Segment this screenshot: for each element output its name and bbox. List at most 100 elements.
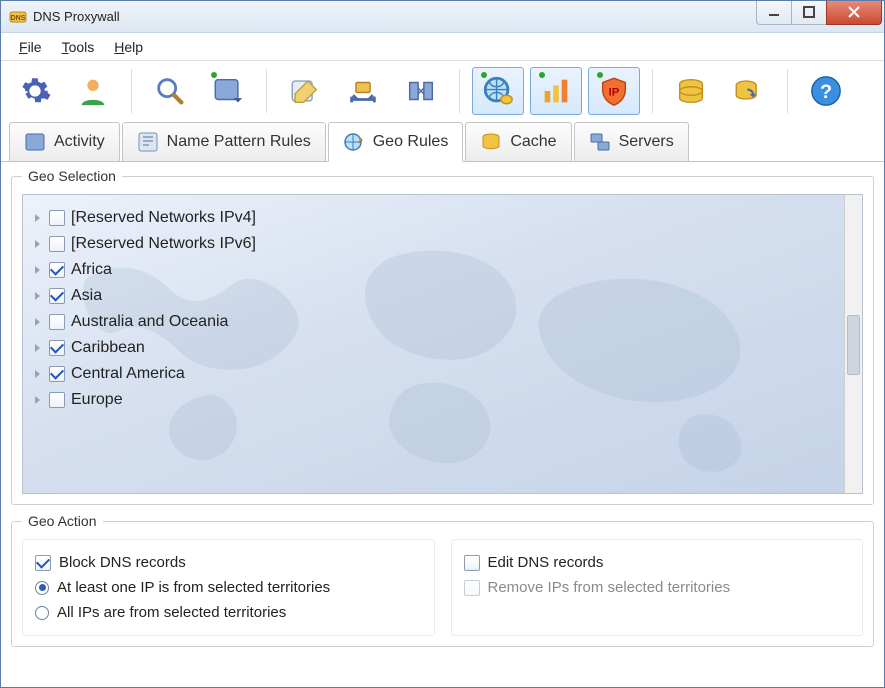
at-least-one-row[interactable]: At least one IP is from selected territo… bbox=[35, 575, 422, 600]
servers-icon bbox=[589, 131, 611, 153]
minimize-button[interactable] bbox=[756, 1, 792, 25]
geo-icon bbox=[343, 131, 365, 153]
geo-item[interactable]: Africa bbox=[31, 257, 854, 283]
remove-ips-label: Remove IPs from selected territories bbox=[488, 579, 731, 596]
help-button[interactable]: ? bbox=[800, 67, 852, 115]
geo-item[interactable]: Australia and Oceania bbox=[31, 309, 854, 335]
edit-button[interactable] bbox=[279, 67, 331, 115]
window-controls bbox=[757, 1, 882, 25]
remove-ips-checkbox bbox=[464, 580, 480, 596]
geo-list: [Reserved Networks IPv4] [Reserved Networ… bbox=[23, 195, 862, 423]
geo-item[interactable]: Asia bbox=[31, 283, 854, 309]
tab-label: Servers bbox=[619, 133, 674, 151]
geo-checkbox[interactable] bbox=[49, 314, 65, 330]
maximize-button[interactable] bbox=[791, 1, 827, 25]
menu-tools[interactable]: Tools bbox=[54, 37, 103, 57]
geo-item[interactable]: Central America bbox=[31, 361, 854, 387]
edit-dns-checkbox[interactable] bbox=[464, 555, 480, 571]
geo-item-label: Caribbean bbox=[71, 339, 145, 357]
cache-icon bbox=[480, 131, 502, 153]
svg-text:?: ? bbox=[820, 81, 832, 103]
expand-icon[interactable] bbox=[33, 343, 43, 353]
geo-checkbox[interactable] bbox=[49, 340, 65, 356]
window-dropdown-button[interactable] bbox=[202, 67, 254, 115]
expand-icon[interactable] bbox=[33, 369, 43, 379]
geo-checkbox[interactable] bbox=[49, 366, 65, 382]
menubar: File Tools Help bbox=[1, 33, 884, 61]
app-icon: DNS bbox=[9, 8, 27, 26]
edit-dns-row[interactable]: Edit DNS records bbox=[464, 550, 851, 575]
all-ips-row[interactable]: All IPs are from selected territories bbox=[35, 600, 422, 625]
geo-item-label: Asia bbox=[71, 287, 102, 305]
svg-text:DNS: DNS bbox=[11, 15, 26, 22]
at-least-one-label: At least one IP is from selected territo… bbox=[57, 579, 330, 596]
expand-icon[interactable] bbox=[33, 317, 43, 327]
scrollbar-thumb[interactable] bbox=[847, 315, 860, 375]
expand-icon[interactable] bbox=[33, 395, 43, 405]
user-button[interactable] bbox=[67, 67, 119, 115]
geo-checkbox[interactable] bbox=[49, 262, 65, 278]
refresh-cache-button[interactable] bbox=[723, 67, 775, 115]
geo-checkbox[interactable] bbox=[49, 288, 65, 304]
block-dns-checkbox[interactable] bbox=[35, 555, 51, 571]
close-button[interactable] bbox=[826, 1, 882, 25]
menu-file[interactable]: File bbox=[11, 37, 50, 57]
geo-item[interactable]: [Reserved Networks IPv6] bbox=[31, 231, 854, 257]
app-window: DNS DNS Proxywall File Tools Help IP ? bbox=[0, 0, 885, 688]
menu-help[interactable]: Help bbox=[106, 37, 151, 57]
expand-icon[interactable] bbox=[33, 265, 43, 275]
map-button[interactable] bbox=[395, 67, 447, 115]
geo-checkbox[interactable] bbox=[49, 236, 65, 252]
geo-item[interactable]: Europe bbox=[31, 387, 854, 413]
geo-list-box: [Reserved Networks IPv4] [Reserved Networ… bbox=[22, 194, 863, 494]
chart-button[interactable] bbox=[530, 67, 582, 115]
tab-name-pattern[interactable]: Name Pattern Rules bbox=[122, 122, 326, 162]
activity-icon bbox=[24, 131, 46, 153]
toolbar: IP ? bbox=[1, 61, 884, 121]
geo-selection-group: Geo Selection [Reserved Networks IPv4][R… bbox=[11, 168, 874, 505]
remove-ips-row: Remove IPs from selected territories bbox=[464, 575, 851, 600]
geo-item-label: [Reserved Networks IPv4] bbox=[71, 209, 256, 227]
geo-action-group: Geo Action Block DNS records At least on… bbox=[11, 513, 874, 647]
geo-item[interactable]: [Reserved Networks IPv4] bbox=[31, 205, 854, 231]
tab-activity[interactable]: Activity bbox=[9, 122, 120, 162]
geo-item-label: Central America bbox=[71, 365, 185, 383]
expand-icon[interactable] bbox=[33, 213, 43, 223]
expand-icon[interactable] bbox=[33, 239, 43, 249]
search-button[interactable] bbox=[144, 67, 196, 115]
geo-checkbox[interactable] bbox=[49, 210, 65, 226]
all-ips-radio[interactable] bbox=[35, 606, 49, 620]
geo-item[interactable]: Caribbean bbox=[31, 335, 854, 361]
content-area: Geo Selection [Reserved Networks IPv4][R… bbox=[1, 162, 884, 687]
network-button[interactable] bbox=[337, 67, 389, 115]
geo-item-label: [Reserved Networks IPv6] bbox=[71, 235, 256, 253]
block-column: Block DNS records At least one IP is fro… bbox=[22, 539, 435, 636]
block-dns-row[interactable]: Block DNS records bbox=[35, 550, 422, 575]
tab-cache[interactable]: Cache bbox=[465, 122, 571, 162]
geo-action-legend: Geo Action bbox=[22, 513, 103, 529]
tab-label: Name Pattern Rules bbox=[167, 133, 311, 151]
at-least-one-radio[interactable] bbox=[35, 581, 49, 595]
expand-icon[interactable] bbox=[33, 291, 43, 301]
edit-dns-label: Edit DNS records bbox=[488, 554, 604, 571]
geo-item-label: Australia and Oceania bbox=[71, 313, 228, 331]
svg-text:IP: IP bbox=[609, 86, 620, 98]
cache-button[interactable] bbox=[665, 67, 717, 115]
tab-servers[interactable]: Servers bbox=[574, 122, 689, 162]
tab-label: Cache bbox=[510, 133, 556, 151]
tab-geo-rules[interactable]: Geo Rules bbox=[328, 122, 464, 162]
geo-checkbox[interactable] bbox=[49, 392, 65, 408]
settings-button[interactable] bbox=[9, 67, 61, 115]
block-dns-label: Block DNS records bbox=[59, 554, 186, 571]
titlebar: DNS DNS Proxywall bbox=[1, 1, 884, 33]
app-title: DNS Proxywall bbox=[33, 9, 120, 24]
edit-column: Edit DNS records Remove IPs from selecte… bbox=[451, 539, 864, 636]
globe-button[interactable] bbox=[472, 67, 524, 115]
tab-label: Geo Rules bbox=[373, 133, 449, 151]
scrollbar[interactable] bbox=[844, 195, 862, 493]
geo-item-label: Africa bbox=[71, 261, 112, 279]
geo-item-label: Europe bbox=[71, 391, 123, 409]
tab-label: Activity bbox=[54, 133, 105, 151]
ip-block-button[interactable]: IP bbox=[588, 67, 640, 115]
tab-bar: Activity Name Pattern Rules Geo Rules Ca… bbox=[1, 121, 884, 162]
